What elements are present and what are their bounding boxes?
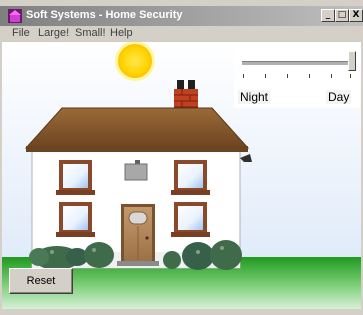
slider-tick (309, 74, 310, 78)
reset-button[interactable]: Reset (9, 268, 73, 294)
close-button[interactable]: X (349, 9, 363, 22)
window-top-left (56, 160, 95, 195)
window-bottom-left (56, 202, 95, 237)
slider-tick (243, 74, 244, 78)
app-window: Soft Systems - Home Security _ □ X File … (0, 0, 363, 315)
slider-tick (350, 74, 351, 78)
slider-min-label: Night (238, 90, 271, 104)
maximize-button[interactable]: □ (335, 9, 349, 22)
slider-tick (265, 74, 266, 78)
app-icon (8, 9, 22, 23)
window-title: Soft Systems - Home Security (26, 9, 183, 21)
slider-tick (331, 74, 332, 78)
roof (24, 107, 250, 149)
menu-large[interactable]: Large! (38, 27, 69, 39)
front-door (117, 204, 159, 266)
menu-help[interactable]: Help (110, 27, 133, 39)
sensor-icon (240, 154, 252, 162)
slider-track[interactable] (242, 61, 352, 66)
window-bottom-right (171, 202, 210, 237)
menu-file[interactable]: File (12, 27, 30, 39)
menu-small[interactable]: Small! (75, 27, 106, 39)
slider-tick (287, 74, 288, 78)
slider-thumb[interactable] (348, 51, 356, 71)
slider-max-label: Day (326, 90, 352, 104)
window-top-right (171, 160, 210, 195)
menu-bar: File Large! Small! Help (0, 26, 363, 42)
title-bar[interactable]: Soft Systems - Home Security _ □ X (0, 6, 363, 26)
minimize-button[interactable]: _ (321, 9, 335, 22)
sun-icon (115, 42, 155, 81)
